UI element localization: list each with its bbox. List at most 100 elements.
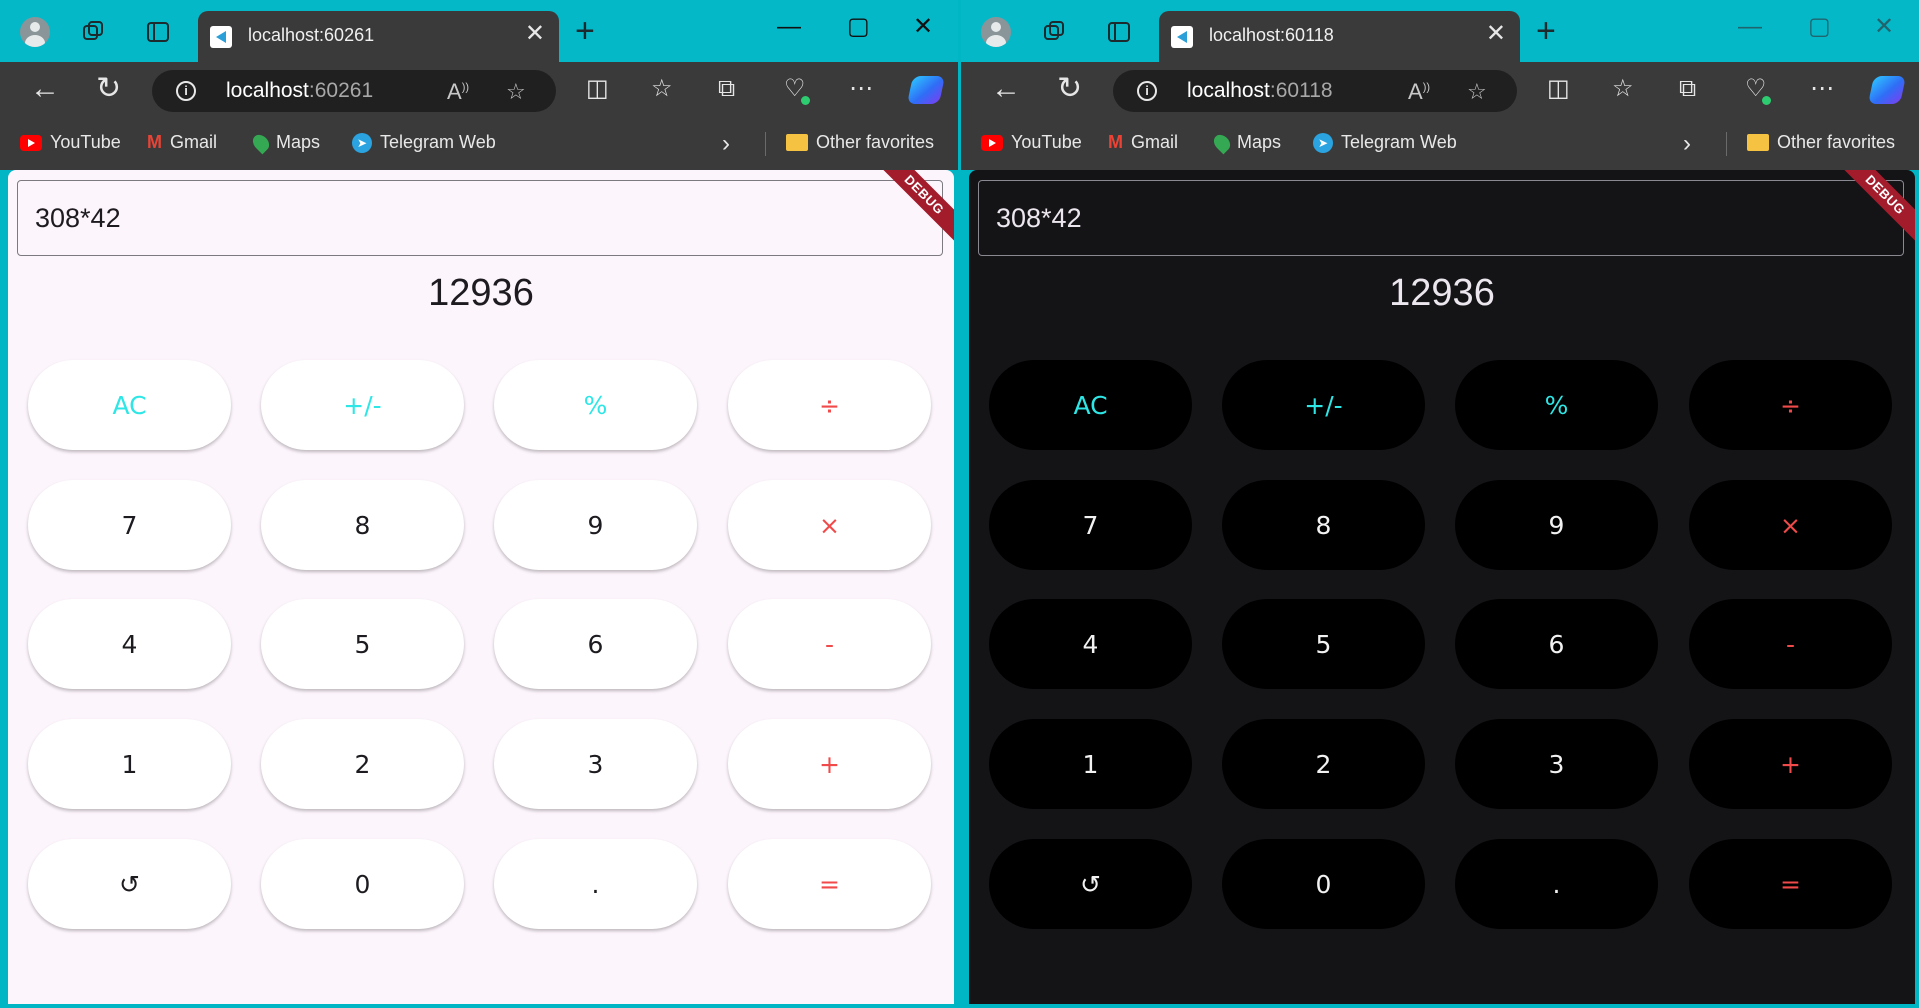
digit-0-button[interactable]: 0 bbox=[261, 839, 464, 929]
minimize-icon[interactable]: — bbox=[1738, 14, 1762, 40]
info-icon[interactable]: i bbox=[1137, 81, 1157, 101]
star-icon[interactable]: ☆ bbox=[1467, 79, 1487, 105]
bookmark-youtube[interactable]: YouTube bbox=[20, 132, 121, 153]
digit-7-button[interactable]: 7 bbox=[28, 480, 231, 570]
digit-8-button[interactable]: 8 bbox=[1222, 480, 1425, 570]
ac-button[interactable]: AC bbox=[989, 360, 1192, 450]
close-tab-icon[interactable]: ✕ bbox=[525, 22, 545, 46]
copilot-icon[interactable] bbox=[907, 76, 945, 104]
vertical-tabs-icon[interactable] bbox=[142, 16, 174, 48]
bookmark-telegram[interactable]: ➤ Telegram Web bbox=[1313, 132, 1457, 153]
close-tab-icon[interactable]: ✕ bbox=[1486, 22, 1506, 46]
avatar-icon[interactable] bbox=[980, 16, 1012, 48]
read-aloud-icon[interactable]: A)) bbox=[447, 79, 469, 105]
close-window-icon[interactable]: ✕ bbox=[913, 14, 933, 40]
undo-button[interactable]: ↺ bbox=[28, 839, 231, 929]
equals-button[interactable]: = bbox=[1689, 839, 1892, 929]
digit-6-button[interactable]: 6 bbox=[494, 599, 697, 689]
back-arrow-icon[interactable]: ← bbox=[30, 74, 60, 104]
copilot-icon[interactable] bbox=[1868, 76, 1906, 104]
avatar-icon[interactable] bbox=[19, 16, 51, 48]
multiply-button[interactable]: × bbox=[728, 480, 931, 570]
digit-6-button[interactable]: 6 bbox=[1455, 599, 1658, 689]
percent-button[interactable]: % bbox=[1455, 360, 1658, 450]
digit-1-button[interactable]: 1 bbox=[989, 719, 1192, 809]
address-bar[interactable]: i localhost:60261 A)) ☆ bbox=[152, 70, 556, 112]
bookmark-youtube[interactable]: YouTube bbox=[981, 132, 1082, 153]
bookmark-gmail[interactable]: M Gmail bbox=[147, 132, 217, 153]
maps-icon bbox=[249, 131, 273, 154]
bookmark-other-favorites[interactable]: Other favorites bbox=[1747, 132, 1895, 153]
divide-button[interactable]: ÷ bbox=[728, 360, 931, 450]
favorites-icon[interactable]: ☆ bbox=[651, 76, 673, 102]
divide-button[interactable]: ÷ bbox=[1689, 360, 1892, 450]
bookmark-gmail[interactable]: M Gmail bbox=[1108, 132, 1178, 153]
plus-minus-button[interactable]: +/- bbox=[261, 360, 464, 450]
address-bar[interactable]: i localhost:60118 A)) ☆ bbox=[1113, 70, 1517, 112]
minimize-icon[interactable]: — bbox=[777, 14, 801, 40]
favorites-icon[interactable]: ☆ bbox=[1612, 76, 1634, 102]
tab-title: localhost:60261 bbox=[248, 25, 375, 45]
ac-button[interactable]: AC bbox=[28, 360, 231, 450]
chevron-right-icon[interactable]: › bbox=[722, 130, 730, 158]
tab-strip: localhost:60261 ✕ + — ▢ ✕ bbox=[0, 0, 958, 62]
split-screen-icon[interactable]: ◫ bbox=[1547, 76, 1570, 102]
back-arrow-icon[interactable]: ← bbox=[991, 74, 1021, 104]
digit-2-button[interactable]: 2 bbox=[1222, 719, 1425, 809]
digit-9-button[interactable]: 9 bbox=[1455, 480, 1658, 570]
new-tab-icon[interactable]: + bbox=[575, 14, 595, 48]
plus-minus-button[interactable]: +/- bbox=[1222, 360, 1425, 450]
workspaces-icon[interactable] bbox=[78, 16, 110, 48]
chevron-right-icon[interactable]: › bbox=[1683, 130, 1691, 158]
bookmark-maps[interactable]: Maps bbox=[249, 131, 320, 154]
digit-8-button[interactable]: 8 bbox=[261, 480, 464, 570]
plus-button[interactable]: + bbox=[728, 719, 931, 809]
decimal-button[interactable]: . bbox=[494, 839, 697, 929]
close-window-icon[interactable]: ✕ bbox=[1874, 14, 1894, 40]
digit-1-button[interactable]: 1 bbox=[28, 719, 231, 809]
undo-button[interactable]: ↺ bbox=[989, 839, 1192, 929]
digit-4-button[interactable]: 4 bbox=[28, 599, 231, 689]
multiply-button[interactable]: × bbox=[1689, 480, 1892, 570]
new-tab-icon[interactable]: + bbox=[1536, 14, 1556, 48]
read-aloud-icon[interactable]: A)) bbox=[1408, 79, 1430, 105]
bookmark-telegram[interactable]: ➤ Telegram Web bbox=[352, 132, 496, 153]
bookmarks-bar: YouTube M Gmail Maps ➤ Telegram Web › Othe… bbox=[961, 118, 1919, 170]
plus-button[interactable]: + bbox=[1689, 719, 1892, 809]
active-tab[interactable]: localhost:60261 ✕ bbox=[198, 11, 559, 62]
refresh-icon[interactable]: ↻ bbox=[1057, 74, 1082, 104]
vertical-tabs-icon[interactable] bbox=[1103, 16, 1135, 48]
bookmark-other-favorites[interactable]: Other favorites bbox=[786, 132, 934, 153]
minus-button[interactable]: - bbox=[1689, 599, 1892, 689]
star-icon[interactable]: ☆ bbox=[506, 79, 526, 105]
active-tab[interactable]: localhost:60118 ✕ bbox=[1159, 11, 1520, 62]
desktop: localhost:60261 ✕ + — ▢ ✕ ← ↻ i localhos… bbox=[0, 0, 1919, 1008]
flutter-icon bbox=[1171, 26, 1193, 48]
digit-5-button[interactable]: 5 bbox=[261, 599, 464, 689]
percent-button[interactable]: % bbox=[494, 360, 697, 450]
digit-4-button[interactable]: 4 bbox=[989, 599, 1192, 689]
maximize-icon[interactable]: ▢ bbox=[847, 14, 870, 40]
digit-3-button[interactable]: 3 bbox=[1455, 719, 1658, 809]
maximize-icon[interactable]: ▢ bbox=[1808, 14, 1831, 40]
equals-button[interactable]: = bbox=[728, 839, 931, 929]
minus-button[interactable]: - bbox=[728, 599, 931, 689]
collections-icon[interactable]: ⧉ bbox=[718, 76, 735, 102]
digit-5-button[interactable]: 5 bbox=[1222, 599, 1425, 689]
collections-icon[interactable]: ⧉ bbox=[1679, 76, 1696, 102]
workspaces-icon[interactable] bbox=[1039, 16, 1071, 48]
gmail-icon: M bbox=[1108, 132, 1123, 152]
split-screen-icon[interactable]: ◫ bbox=[586, 76, 609, 102]
bookmark-maps[interactable]: Maps bbox=[1210, 131, 1281, 154]
digit-7-button[interactable]: 7 bbox=[989, 480, 1192, 570]
refresh-icon[interactable]: ↻ bbox=[96, 74, 121, 104]
digit-0-button[interactable]: 0 bbox=[1222, 839, 1425, 929]
info-icon[interactable]: i bbox=[176, 81, 196, 101]
more-menu-icon[interactable]: ⋯ bbox=[849, 76, 873, 102]
digit-3-button[interactable]: 3 bbox=[494, 719, 697, 809]
digit-9-button[interactable]: 9 bbox=[494, 480, 697, 570]
decimal-button[interactable]: . bbox=[1455, 839, 1658, 929]
more-menu-icon[interactable]: ⋯ bbox=[1810, 76, 1834, 102]
digit-2-button[interactable]: 2 bbox=[261, 719, 464, 809]
folder-icon bbox=[1747, 134, 1769, 151]
